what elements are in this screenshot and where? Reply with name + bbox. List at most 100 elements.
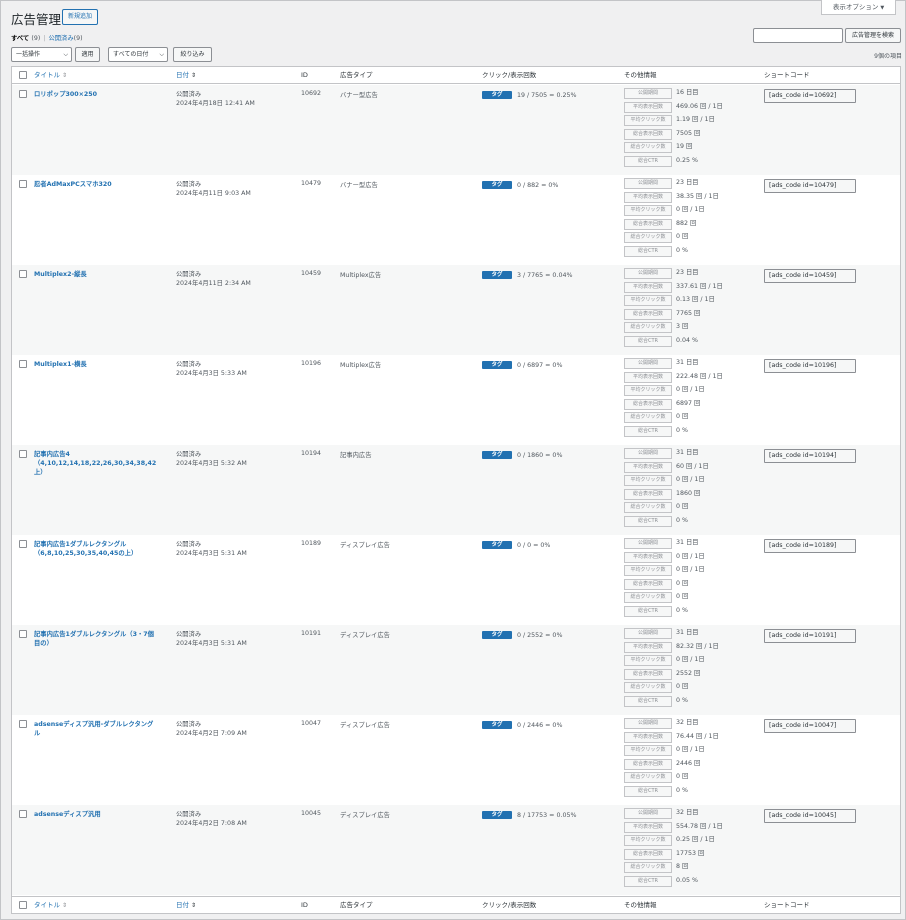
tag-button[interactable]: タグ [482, 721, 512, 729]
ad-type: ディスプレイ広告 [340, 722, 390, 729]
column-title-footer[interactable]: タイトル ⇕ [34, 897, 67, 913]
views-separator: | [43, 35, 46, 42]
info-line: 総合クリック数 0 回 [624, 502, 764, 516]
view-published-link[interactable]: 公開済み(9) [48, 35, 82, 42]
row-checkbox[interactable] [19, 540, 27, 548]
sort-icon: ⇕ [191, 902, 197, 909]
info-label: 総合表示回数 [624, 668, 672, 680]
info-label: 平均表示回数 [624, 821, 672, 833]
info-label: 総合表示回数 [624, 758, 672, 770]
shortcode-field[interactable]: [ads_code id=10459] [764, 269, 856, 283]
shortcode-field[interactable]: [ads_code id=10196] [764, 359, 856, 373]
row-checkbox[interactable] [19, 450, 27, 458]
row-checkbox[interactable] [19, 810, 27, 818]
ad-title-link[interactable]: Multiplex2-縦長 [34, 270, 159, 279]
info-line: 公開期間 32 日目 [624, 808, 764, 822]
ad-info: 公開期間 32 日目 平均表示回数 76.44 回 / 1日 平均クリック数 0 回 / … [624, 718, 764, 799]
row-checkbox[interactable] [19, 630, 27, 638]
row-checkbox[interactable] [19, 270, 27, 278]
ad-title-link[interactable]: ロリポップ300×250 [34, 90, 159, 99]
column-title-header[interactable]: タイトル ⇕ [34, 67, 67, 84]
row-checkbox[interactable] [19, 360, 27, 368]
column-date-footer[interactable]: 日付 ⇕ [176, 897, 197, 913]
tag-button[interactable]: タグ [482, 631, 512, 639]
info-line: 総合表示回数 7765 回 [624, 308, 764, 323]
ad-title-link[interactable]: 記事内広告1ダブルレクタングル（6,8,10,25,30,35,40,45の上） [34, 540, 159, 558]
view-all-link[interactable]: すべて (9) [11, 35, 40, 42]
tag-button[interactable]: タグ [482, 811, 512, 819]
info-value: 0 回 [676, 773, 689, 780]
info-label: 総合クリック数 [624, 592, 672, 603]
info-value: 0.25 % [676, 156, 699, 164]
info-line: 平均表示回数 60 回 / 1日 [624, 461, 764, 476]
row-checkbox[interactable] [19, 180, 27, 188]
info-label: 公開期間 [624, 718, 672, 729]
date-filter-select[interactable]: すべての日付 ⌵ [108, 47, 168, 62]
bulk-action-select[interactable]: 一括操作 ⌵ [11, 47, 72, 62]
tag-button[interactable]: タグ [482, 181, 512, 189]
apply-button[interactable]: 適用 [75, 47, 100, 62]
sort-icon: ⇕ [191, 72, 197, 79]
ad-title-link[interactable]: adsenseディスプ汎用 [34, 810, 159, 819]
column-shortcode-footer: ショートコード [764, 901, 810, 909]
info-label: 公開期間 [624, 808, 672, 819]
info-value: 0 % [676, 426, 688, 434]
sort-icon: ⇕ [62, 72, 68, 79]
ad-date: 公開済み 2024年4月2日 7:08 AM [176, 810, 247, 828]
select-all-checkbox[interactable] [19, 71, 27, 79]
filter-button[interactable]: 絞り込み [173, 47, 212, 62]
info-line: 平均クリック数 0 回 / 1日 [624, 205, 764, 219]
ad-date: 公開済み 2024年4月11日 2:34 AM [176, 270, 251, 288]
ad-title-link[interactable]: adsenseディスプ汎用-ダブルレクタングル [34, 720, 159, 738]
ad-date: 公開済み 2024年4月11日 9:03 AM [176, 180, 251, 198]
info-label: 総合CTR [624, 335, 672, 347]
row-checkbox[interactable] [19, 720, 27, 728]
shortcode-field[interactable]: [ads_code id=10191] [764, 629, 856, 643]
shortcode-field[interactable]: [ads_code id=10194] [764, 449, 856, 463]
click-ratio: 19 / 7505 = 0.25% [517, 92, 577, 99]
info-line: 平均表示回数 0 回 / 1日 [624, 551, 764, 566]
select-all-checkbox-footer[interactable] [19, 901, 27, 909]
ad-title-link[interactable]: 記事内広告4（4,10,12,14,18,22,26,30,34,38,42上） [34, 450, 159, 477]
info-value: 0 % [676, 786, 688, 794]
ad-title-link[interactable]: 忍者AdMaxPCスマホ320 [34, 180, 159, 189]
ad-click-stats: タグ 0 / 2446 = 0% [482, 721, 562, 730]
tag-button[interactable]: タグ [482, 361, 512, 369]
ad-click-stats: タグ 0 / 1860 = 0% [482, 451, 562, 460]
info-value: 32 日目 [676, 809, 699, 816]
row-checkbox[interactable] [19, 90, 27, 98]
screen-options-button[interactable]: 表示オプション ▼ [821, 0, 896, 15]
info-value: 0.04 % [676, 336, 699, 344]
info-line: 総合CTR 0 % [624, 425, 764, 440]
tag-button[interactable]: タグ [482, 451, 512, 459]
ad-status: 公開済み [176, 811, 202, 818]
shortcode-field[interactable]: [ads_code id=10047] [764, 719, 856, 733]
info-label: 公開期間 [624, 88, 672, 99]
shortcode-field[interactable]: [ads_code id=10479] [764, 179, 856, 193]
tag-button[interactable]: タグ [482, 271, 512, 279]
ad-status: 公開済み [176, 181, 202, 188]
shortcode-field[interactable]: [ads_code id=10045] [764, 809, 856, 823]
shortcode-field[interactable]: [ads_code id=10692] [764, 89, 856, 103]
tag-button[interactable]: タグ [482, 541, 512, 549]
search-button[interactable]: 広告管理を検索 [845, 28, 901, 43]
tag-button[interactable]: タグ [482, 91, 512, 99]
ad-status: 公開済み [176, 631, 202, 638]
ad-info: 公開期間 31 日目 平均表示回数 222.48 回 / 1日 平均クリック数 0 回 /… [624, 358, 764, 439]
ad-date: 公開済み 2024年4月3日 5:31 AM [176, 540, 247, 558]
column-date-header[interactable]: 日付 ⇕ [176, 67, 196, 84]
info-value: 222.48 回 / 1日 [676, 372, 723, 380]
add-new-button[interactable]: 新規追加 [62, 9, 99, 25]
ad-click-stats: タグ 0 / 6897 = 0% [482, 361, 562, 370]
info-value: 0 回 [676, 579, 689, 587]
ad-datetime: 2024年4月11日 2:34 AM [176, 280, 251, 287]
shortcode-field[interactable]: [ads_code id=10189] [764, 539, 856, 553]
ad-title-link[interactable]: Multiplex1-横長 [34, 360, 159, 369]
ad-title-link[interactable]: 記事内広告1ダブルレクタングル（3・7個目の） [34, 630, 159, 648]
info-label: 総合CTR [624, 425, 672, 437]
info-line: 総合表示回数 2446 回 [624, 758, 764, 773]
search-input[interactable] [753, 28, 843, 43]
info-label: 平均クリック数 [624, 835, 672, 846]
info-line: 総合クリック数 0 回 [624, 682, 764, 696]
info-value: 19 回 [676, 143, 693, 150]
